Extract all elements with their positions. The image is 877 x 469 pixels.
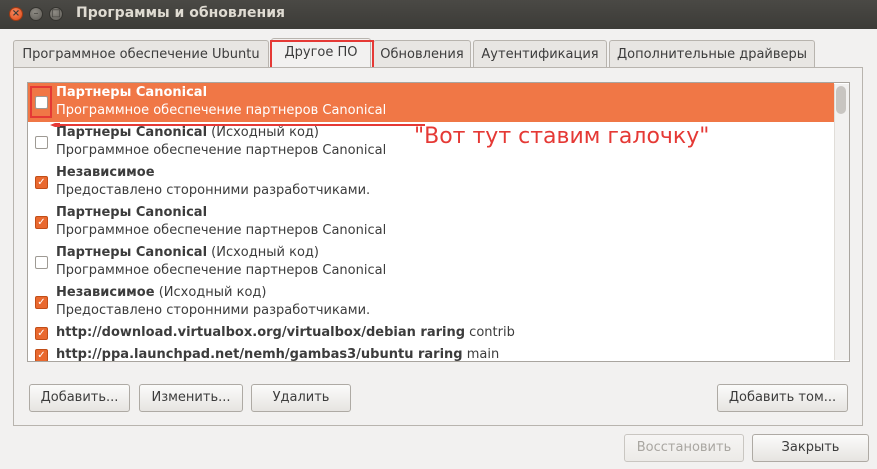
tab-ubuntu-software[interactable]: Программное обеспечение Ubuntu: [13, 40, 269, 67]
checkbox-highlight-frame: [30, 86, 52, 118]
list-item[interactable]: ✓ Независимое Предоставлено сторонними р…: [28, 163, 834, 202]
source-title-suffix: contrib: [465, 325, 515, 340]
source-title-bold: Партнеры Canonical: [56, 125, 208, 140]
source-checkbox[interactable]: [35, 256, 48, 269]
source-description: Предоставлено сторонними разработчиками.: [56, 183, 371, 198]
source-checkbox[interactable]: ✓: [35, 296, 48, 309]
source-title-suffix: (Исходный код): [207, 245, 319, 260]
list-item[interactable]: ✓ Независимое (Исходный код) Предоставле…: [28, 283, 834, 322]
add-source-button[interactable]: Добавить...: [29, 384, 130, 412]
annotation-text: "Вот тут ставим галочку": [414, 124, 710, 149]
source-title: Партнеры Canonical (Исходный код): [56, 125, 319, 140]
source-title: Партнеры Canonical: [56, 205, 207, 220]
source-title-suffix: (Исходный код): [207, 125, 319, 140]
source-checkbox[interactable]: ✓: [35, 327, 48, 340]
source-title-bold: Партнеры Canonical: [56, 85, 208, 100]
scrollbar-thumb[interactable]: [836, 86, 846, 114]
edit-source-button[interactable]: Изменить...: [139, 384, 243, 412]
window-title: Программы и обновления: [76, 5, 286, 21]
list-item[interactable]: Партнеры Canonical Программное обеспечен…: [28, 83, 834, 122]
title-bar: × – □ Программы и обновления: [0, 0, 877, 29]
source-checkbox[interactable]: [35, 136, 48, 149]
source-title: Партнеры Canonical: [56, 85, 207, 100]
list-item[interactable]: ✓ Партнеры Canonical Программное обеспеч…: [28, 203, 834, 242]
minimize-window-icon[interactable]: –: [29, 7, 43, 21]
revert-button[interactable]: Восстановить: [624, 434, 744, 462]
source-title-bold: Независимое: [56, 165, 155, 180]
source-title-bold: Партнеры Canonical: [56, 205, 208, 220]
tab-additional-drivers[interactable]: Дополнительные драйверы: [609, 40, 815, 67]
source-checkbox[interactable]: ✓: [35, 216, 48, 229]
source-title: Независимое: [56, 165, 155, 180]
source-title-suffix: main: [462, 347, 500, 362]
close-window-icon[interactable]: ×: [9, 7, 23, 21]
add-volume-button[interactable]: Добавить том...: [717, 384, 848, 412]
source-title: http://download.virtualbox.org/virtualbo…: [56, 325, 515, 340]
close-button[interactable]: Закрыть: [752, 434, 869, 462]
source-title-suffix: (Исходный код): [154, 285, 267, 300]
source-title-bold: Независимое: [56, 285, 155, 300]
annotation-arrow-icon: [50, 123, 425, 127]
source-description: Программное обеспечение партнеров Canoni…: [56, 223, 387, 238]
maximize-window-icon[interactable]: □: [49, 7, 63, 21]
source-title: Независимое (Исходный код): [56, 285, 266, 300]
list-item[interactable]: Партнеры Canonical (Исходный код) Програ…: [28, 243, 834, 282]
remove-source-button[interactable]: Удалить: [251, 384, 351, 412]
source-title-bold: http://ppa.launchpad.net/nemh/gambas3/ub…: [56, 347, 463, 362]
list-item[interactable]: ✓ http://download.virtualbox.org/virtual…: [28, 323, 834, 345]
list-item[interactable]: ✓ http://ppa.launchpad.net/nemh/gambas3/…: [28, 345, 834, 362]
source-description: Программное обеспечение партнеров Canoni…: [56, 103, 387, 118]
source-title-bold: http://download.virtualbox.org/virtualbo…: [56, 325, 466, 340]
source-title: http://ppa.launchpad.net/nemh/gambas3/ub…: [56, 347, 500, 362]
source-description: Программное обеспечение партнеров Canoni…: [56, 143, 387, 158]
tab-authentication[interactable]: Аутентификация: [473, 40, 607, 67]
source-checkbox[interactable]: ✓: [35, 349, 48, 361]
source-description: Предоставлено сторонними разработчиками.: [56, 303, 371, 318]
tab-updates[interactable]: Обновления: [373, 40, 471, 67]
source-description: Программное обеспечение партнеров Canoni…: [56, 263, 387, 278]
source-checkbox[interactable]: ✓: [35, 176, 48, 189]
source-title: Партнеры Canonical (Исходный код): [56, 245, 319, 260]
source-title-bold: Партнеры Canonical: [56, 245, 208, 260]
list-scrollbar[interactable]: [834, 84, 849, 360]
